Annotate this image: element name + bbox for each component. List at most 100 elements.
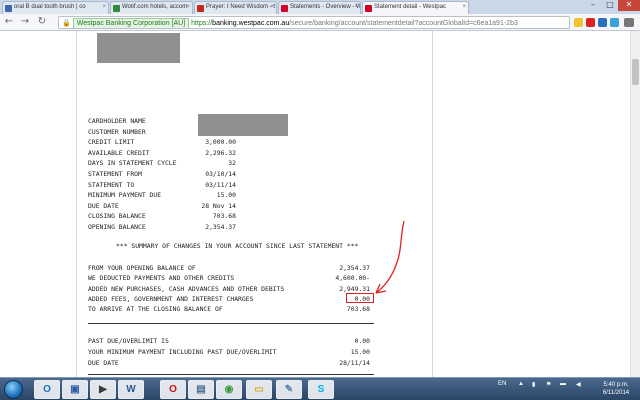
url-scheme: https:// bbox=[191, 20, 213, 27]
extension-icon-2[interactable] bbox=[598, 18, 607, 27]
tab-close-icon[interactable]: × bbox=[354, 4, 358, 10]
content-border-right bbox=[432, 31, 433, 377]
due-value: 15.00 bbox=[350, 348, 370, 356]
taskbar: O ▣ ▶ W O ▤ ◉ ▭ ✎ S EN ▲ ▮ ⚑ ▬ ◀ 5:40 p.m. 6/11/2… bbox=[0, 377, 640, 400]
taskbar-app-app-blue-icon[interactable]: ▣ bbox=[62, 380, 88, 399]
tab-close-icon[interactable]: × bbox=[462, 4, 466, 10]
tab-3[interactable]: Statements - Overview - W × bbox=[278, 1, 361, 14]
details-label: STATEMENT FROM bbox=[88, 170, 142, 178]
taskbar-clock[interactable]: 5:40 p.m. 6/11/2014 bbox=[596, 381, 636, 397]
lock-icon: 🔒 bbox=[62, 20, 71, 27]
details-label: STATEMENT TO bbox=[88, 180, 135, 189]
forward-button[interactable]: → bbox=[19, 16, 31, 28]
address-bar[interactable]: 🔒 Westpac Banking Corporation [AU] https:/… bbox=[58, 16, 570, 29]
language-indicator[interactable]: EN bbox=[498, 381, 506, 387]
back-button[interactable]: ← bbox=[3, 16, 15, 28]
volume-icon[interactable]: ◀ bbox=[576, 381, 581, 388]
due-label: PAST DUE/OVERLIMIT IS bbox=[88, 337, 169, 345]
tab-close-icon[interactable]: × bbox=[102, 4, 106, 10]
details-value: 03/11/14 bbox=[205, 180, 236, 189]
url-path: /secure/banking/account/statementdetail?… bbox=[289, 20, 518, 27]
redacted-customer-info bbox=[198, 114, 288, 136]
tab-2[interactable]: Prayer: I Need Wisdom - t × bbox=[194, 1, 277, 14]
divider-2 bbox=[88, 374, 374, 375]
tray-arrow-icon[interactable]: ▲ bbox=[518, 381, 524, 387]
details-value: 03/10/14 bbox=[205, 170, 236, 178]
clock-time: 5:40 p.m. bbox=[603, 382, 629, 388]
tab-close-icon[interactable]: × bbox=[270, 4, 274, 10]
tab-strip: oral B dual tooth brush | co × Wotif.com h… bbox=[0, 0, 640, 14]
details-label: AVAILABLE CREDIT bbox=[88, 148, 150, 157]
summary-label: ADDED NEW PURCHASES, CASH ADVANCES AND O… bbox=[88, 284, 285, 293]
details-label: MINIMUM PAYMENT DUE bbox=[88, 191, 162, 200]
taskbar-app-explorer-icon[interactable]: ▭ bbox=[246, 380, 272, 399]
tab-label: Prayer: I Need Wisdom - t bbox=[206, 4, 276, 10]
url-host: banking.westpac.com.au bbox=[212, 20, 290, 27]
due-label: YOUR MINIMUM PAYMENT INCLUDING PAST DUE/… bbox=[88, 348, 277, 356]
taskbar-app-skype-icon[interactable]: S bbox=[308, 380, 334, 399]
tab-label: Wotif.com hotels, accom bbox=[122, 4, 188, 10]
divider-1 bbox=[88, 323, 374, 324]
taskbar-app-opera-icon[interactable]: O bbox=[160, 380, 186, 399]
minimize-button[interactable]: – bbox=[584, 0, 602, 11]
details-label: DUE DATE bbox=[88, 201, 119, 210]
summary-label: ADDED FEES, GOVERNMENT AND INTEREST CHAR… bbox=[88, 294, 254, 303]
page-content: CARDHOLDER NAME CUSTOMER NUMBER CREDIT LIM… bbox=[0, 31, 640, 377]
taskbar-app-chrome-icon[interactable]: ◉ bbox=[216, 380, 242, 399]
details-value: 703.68 bbox=[212, 212, 236, 221]
taskbar-app-media-icon[interactable]: ▶ bbox=[90, 380, 116, 399]
tab-favicon-icon bbox=[197, 5, 204, 12]
summary-title: *** SUMMARY OF CHANGES IN YOUR ACCOUNT S… bbox=[116, 242, 359, 250]
extension-icon[interactable] bbox=[586, 18, 595, 27]
details-label: DAYS IN STATEMENT CYCLE bbox=[88, 159, 177, 168]
taskbar-app-word-icon[interactable]: W bbox=[118, 380, 144, 399]
maximize-button[interactable]: □ bbox=[602, 0, 618, 11]
details-label: CREDIT LIMIT bbox=[88, 138, 135, 147]
close-window-button[interactable]: ✕ bbox=[618, 0, 640, 11]
redacted-logo bbox=[97, 33, 180, 63]
tab-0[interactable]: oral B dual tooth brush | co × bbox=[2, 1, 109, 14]
tab-label: oral B dual tooth brush | co bbox=[14, 4, 86, 10]
tab-1[interactable]: Wotif.com hotels, accom × bbox=[110, 1, 193, 14]
summary-label: FROM YOUR OPENING BALANCE OF bbox=[88, 264, 196, 272]
details-value: 3,000.00 bbox=[205, 138, 236, 147]
summary-value: 703.68 bbox=[346, 305, 370, 314]
due-label: DUE DATE bbox=[88, 359, 119, 367]
clock-date: 6/11/2014 bbox=[602, 390, 630, 396]
vertical-scrollbar[interactable] bbox=[630, 31, 640, 377]
tab-4[interactable]: Statement detail - Westpac × bbox=[362, 1, 469, 14]
tab-favicon-icon bbox=[365, 5, 372, 12]
scroll-thumb[interactable] bbox=[632, 59, 639, 85]
tab-close-icon[interactable]: × bbox=[186, 4, 190, 10]
details-value: 32 bbox=[228, 159, 236, 168]
details-label: CARDHOLDER NAME bbox=[88, 117, 146, 125]
bookmark-star-icon[interactable] bbox=[574, 18, 583, 27]
network-icon[interactable]: ▮ bbox=[532, 381, 535, 388]
details-label: CLOSING BALANCE bbox=[88, 212, 146, 221]
annotation-arrow bbox=[375, 220, 405, 294]
summary-label: TO ARRIVE AT THE CLOSING BALANCE OF bbox=[88, 305, 223, 314]
menu-icon[interactable] bbox=[624, 18, 634, 27]
tab-label: Statement detail - Westpac bbox=[374, 4, 446, 10]
tab-favicon-icon bbox=[281, 5, 288, 12]
details-value: 2,354.37 bbox=[205, 223, 236, 231]
tab-favicon-icon bbox=[113, 5, 120, 12]
tab-favicon-icon bbox=[5, 5, 12, 12]
action-center-icon[interactable]: ⚑ bbox=[546, 381, 551, 388]
battery-icon[interactable]: ▬ bbox=[560, 381, 566, 387]
browser-toolbar: ← → ↻ 🔒 Westpac Banking Corporation [AU] h… bbox=[0, 14, 640, 31]
due-value: 0.00 bbox=[354, 337, 370, 345]
taskbar-app-computer-icon[interactable]: ▤ bbox=[188, 380, 214, 399]
details-label: OPENING BALANCE bbox=[88, 223, 146, 231]
extension-icon-3[interactable] bbox=[610, 18, 619, 27]
ev-certificate-label[interactable]: Westpac Banking Corporation [AU] bbox=[72, 18, 190, 28]
taskbar-app-paint-icon[interactable]: ✎ bbox=[276, 380, 302, 399]
summary-value: 2,354.37 bbox=[339, 264, 370, 272]
taskbar-app-outlook-icon[interactable]: O bbox=[34, 380, 60, 399]
content-border-left bbox=[76, 31, 77, 377]
start-button[interactable] bbox=[4, 380, 23, 399]
tab-label: Statements - Overview - W bbox=[290, 4, 361, 10]
reload-button[interactable]: ↻ bbox=[36, 16, 48, 28]
details-label: CUSTOMER NUMBER bbox=[88, 127, 146, 136]
due-value: 28/11/14 bbox=[339, 359, 370, 367]
